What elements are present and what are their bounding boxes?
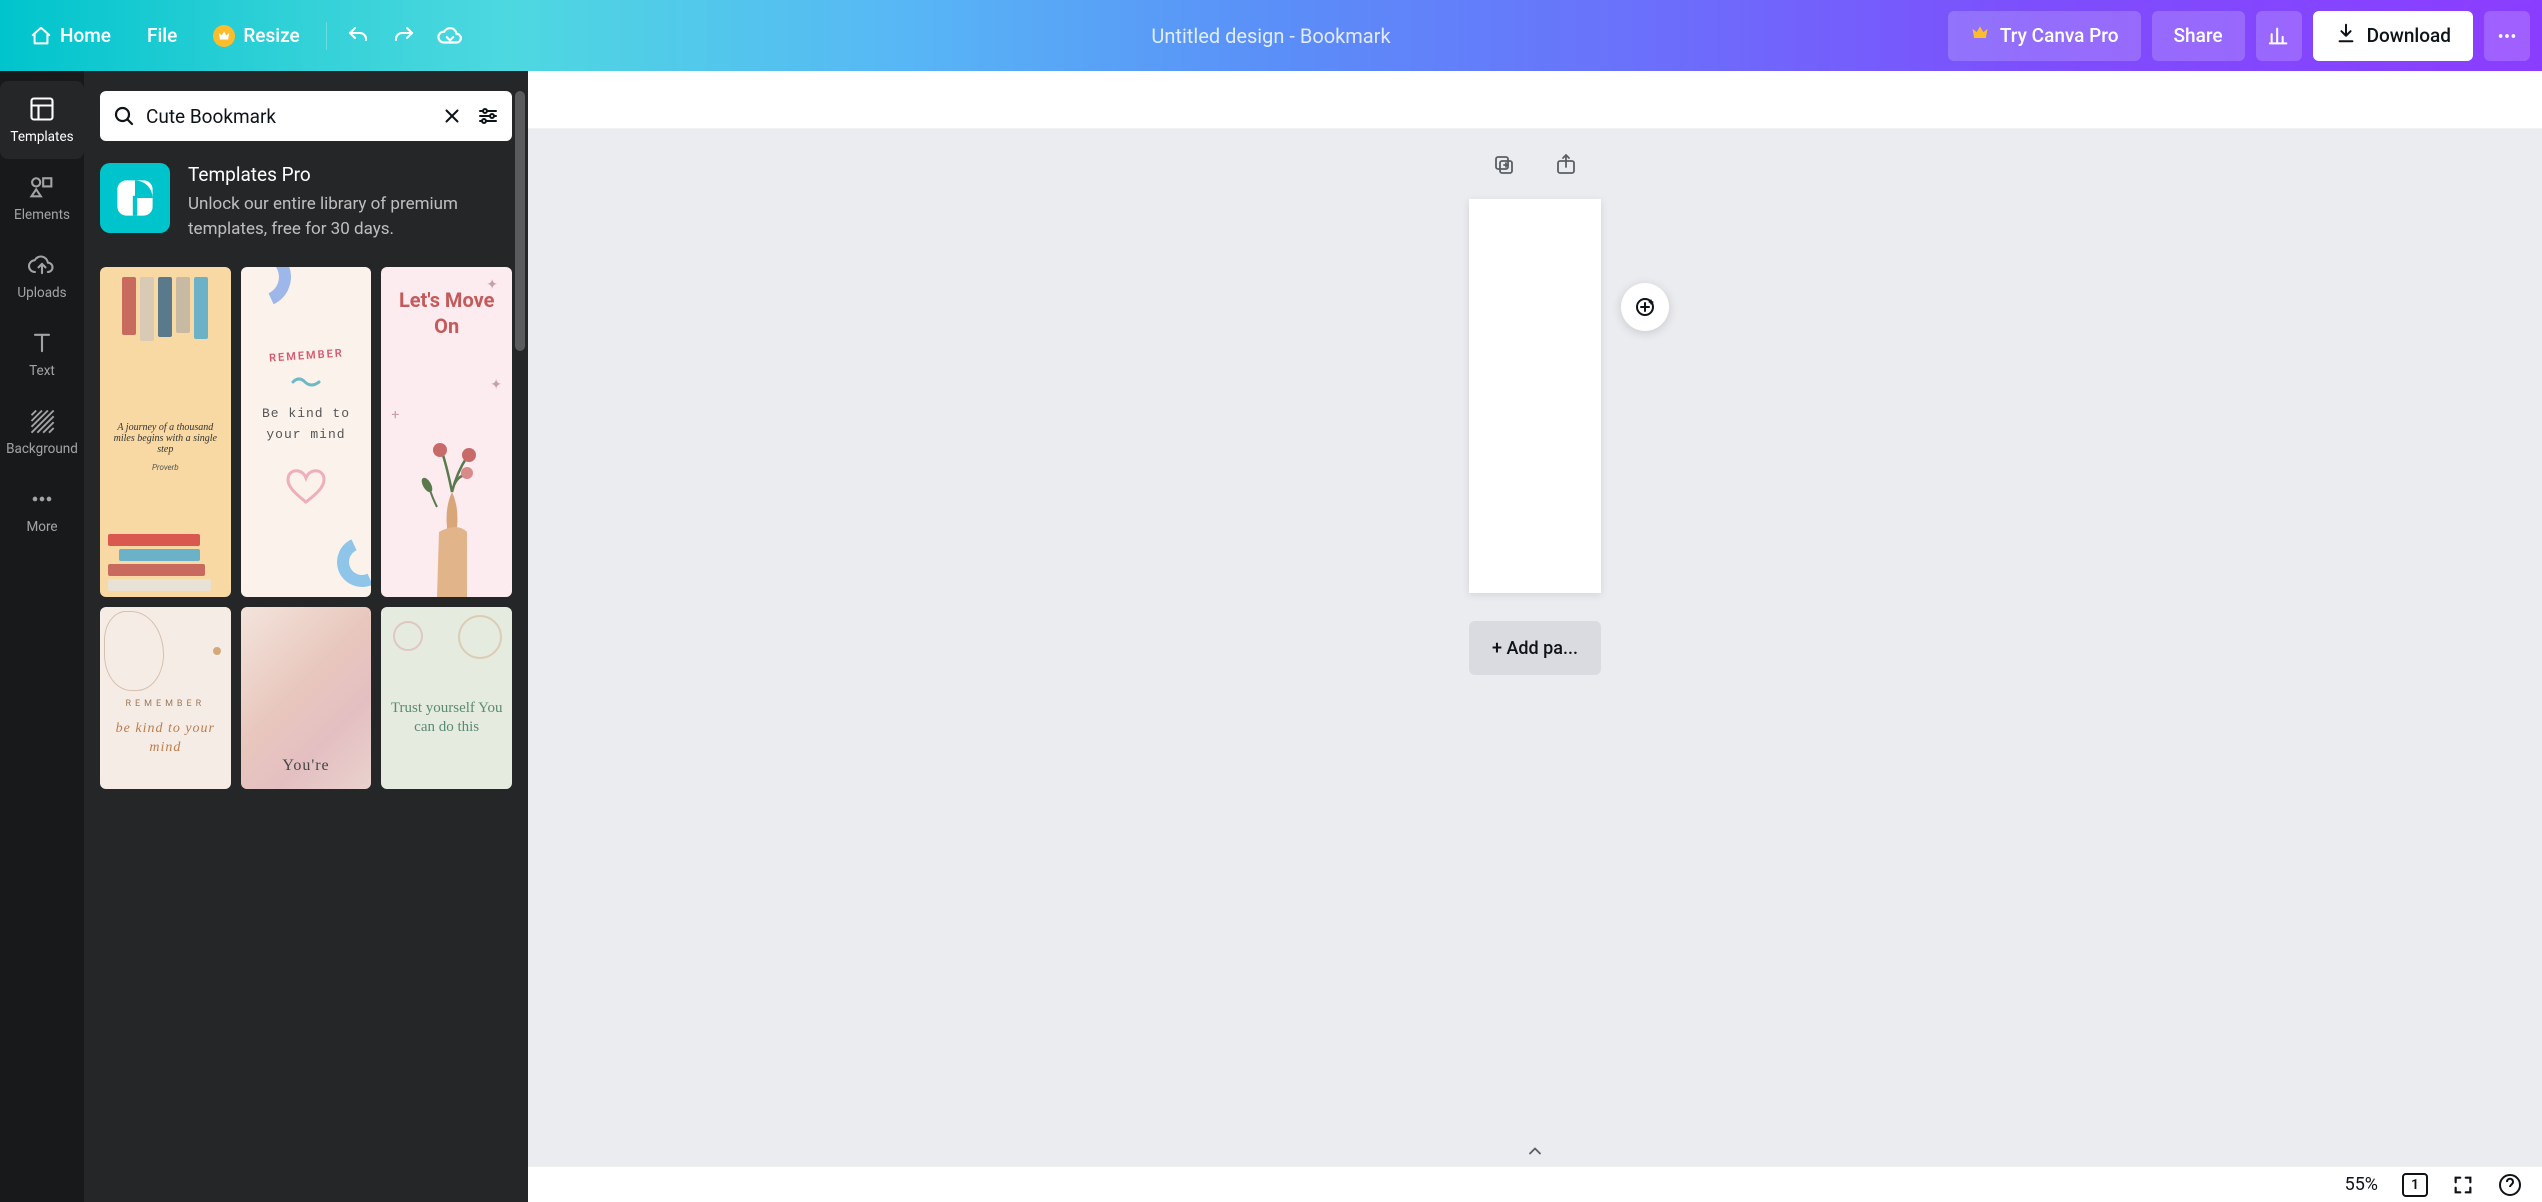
rail-uploads-label: Uploads — [17, 285, 66, 301]
promo-thumb-icon — [100, 163, 170, 233]
download-icon — [2335, 22, 2357, 49]
resize-button[interactable]: Resize — [195, 14, 317, 57]
template-text: REMEMBER — [268, 346, 344, 364]
rail-more-label: More — [26, 519, 57, 535]
crown-icon — [1970, 23, 1990, 48]
page-indicator[interactable]: 1 — [2402, 1173, 2428, 1197]
download-button[interactable]: Download — [2313, 11, 2473, 61]
canvas-area: + Add pa... 55% 1 — [528, 71, 2542, 1202]
duplicate-page-button[interactable] — [1488, 149, 1520, 181]
share-label: Share — [2174, 24, 2223, 47]
rail-templates-label: Templates — [10, 129, 73, 145]
rail-templates[interactable]: Templates — [0, 81, 84, 159]
insights-button[interactable] — [2256, 11, 2302, 61]
search-bar[interactable] — [100, 91, 512, 141]
search-input[interactable] — [146, 105, 430, 128]
heart-icon — [283, 466, 329, 516]
rail-background-label: Background — [6, 441, 78, 457]
template-subtext: be kind to your mind — [108, 719, 223, 758]
share-button[interactable]: Share — [2152, 11, 2245, 61]
topbar: Home File Resize Untitled d — [0, 0, 2542, 71]
divider — [326, 22, 327, 50]
document-title[interactable]: Untitled design - Bookmark — [1151, 24, 1390, 48]
promo-subtitle: Unlock our entire library of premium tem… — [188, 192, 512, 241]
template-card[interactable]: Trust yourself You can do this — [381, 607, 512, 789]
template-text: Trust yourself You can do this — [389, 699, 504, 738]
expand-pages-button[interactable] — [528, 1136, 2542, 1166]
template-text: REMEMBER — [125, 699, 205, 709]
search-icon — [110, 102, 138, 130]
zoom-level[interactable]: 55% — [2345, 1174, 2378, 1195]
fullscreen-button[interactable] — [2452, 1174, 2474, 1196]
rail-uploads[interactable]: Uploads — [0, 237, 84, 315]
rail-elements[interactable]: Elements — [0, 159, 84, 237]
redo-button[interactable] — [381, 13, 427, 59]
template-card[interactable]: REMEMBER be kind to your mind — [100, 607, 231, 789]
templates-panel: Templates Pro Unlock our entire library … — [84, 71, 528, 1202]
crown-icon — [213, 25, 235, 47]
templates-pro-promo[interactable]: Templates Pro Unlock our entire library … — [100, 163, 512, 241]
promo-title: Templates Pro — [188, 163, 512, 186]
rail-background[interactable]: Background — [0, 393, 84, 471]
try-pro-label: Try Canva Pro — [2000, 24, 2119, 47]
template-card[interactable]: ✦ ✦ + Let's Move On — [381, 267, 512, 597]
file-menu[interactable]: File — [129, 14, 195, 57]
template-text: A journey of a thousand miles begins wit… — [108, 422, 223, 455]
undo-button[interactable] — [335, 13, 381, 59]
template-text: You're — [282, 757, 329, 775]
rail-text[interactable]: Text — [0, 315, 84, 393]
download-label: Download — [2367, 24, 2451, 47]
resize-label: Resize — [243, 24, 299, 47]
add-page-button[interactable]: + Add pa... — [1469, 621, 1601, 675]
template-card[interactable]: A journey of a thousand miles begins wit… — [100, 267, 231, 597]
file-label: File — [147, 24, 177, 47]
templates-grid: A journey of a thousand miles begins wit… — [100, 267, 512, 799]
status-bar: 55% 1 — [528, 1166, 2542, 1202]
more-menu-button[interactable] — [2484, 11, 2530, 61]
template-subtext: Proverb — [152, 463, 179, 472]
filter-button[interactable] — [474, 102, 502, 130]
ai-assist-button[interactable] — [1621, 283, 1669, 331]
design-page[interactable] — [1469, 199, 1601, 593]
rail-elements-label: Elements — [14, 207, 70, 223]
try-pro-button[interactable]: Try Canva Pro — [1948, 11, 2141, 61]
clear-search-button[interactable] — [438, 102, 466, 130]
template-subtext: Be kind to your mind — [249, 404, 364, 446]
home-icon — [30, 25, 52, 47]
side-rail: Templates Elements Uploads Text Backgrou… — [0, 71, 84, 1202]
home-label: Home — [60, 24, 111, 47]
cloud-sync-icon[interactable] — [427, 13, 473, 59]
rail-more[interactable]: More — [0, 471, 84, 549]
rail-text-label: Text — [29, 363, 55, 379]
upload-page-button[interactable] — [1550, 149, 1582, 181]
help-button[interactable] — [2498, 1173, 2522, 1197]
template-text: Let's Move On — [389, 287, 504, 339]
template-card[interactable]: You're — [241, 607, 372, 789]
template-card[interactable]: REMEMBER Be kind to your mind — [241, 267, 372, 597]
canvas-toolbar — [528, 71, 2542, 129]
canvas-viewport[interactable]: + Add pa... — [528, 129, 2542, 1166]
add-page-label: + Add pa... — [1492, 638, 1578, 659]
home-button[interactable]: Home — [12, 14, 129, 57]
